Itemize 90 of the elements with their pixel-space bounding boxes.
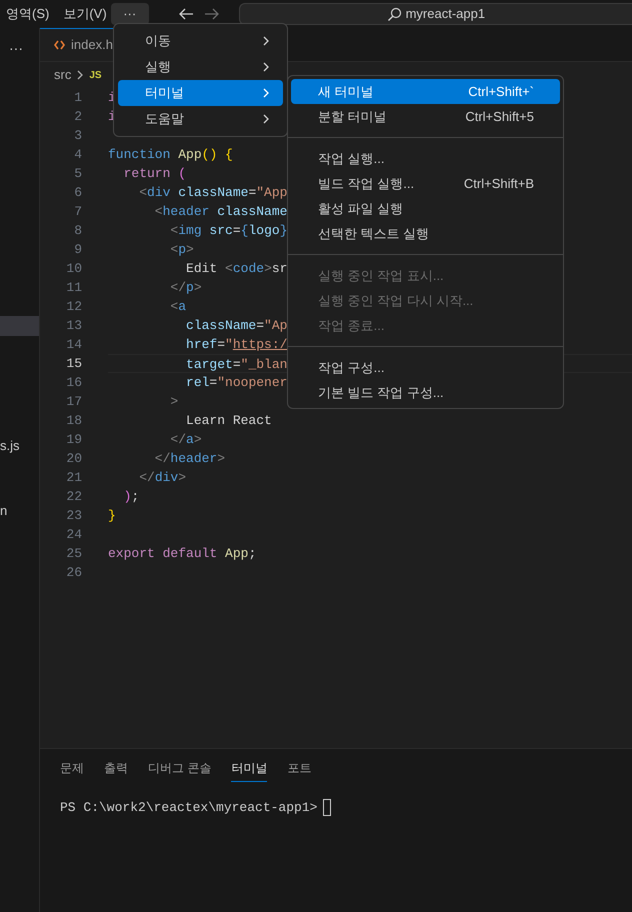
panel-tab[interactable]: 출력 [104, 759, 128, 782]
more-button[interactable]: ··· [9, 38, 39, 58]
code-line: } [108, 508, 116, 523]
chevron-icon [75, 70, 86, 80]
chevron-icon [261, 88, 271, 98]
code-line: className="Ap [185, 318, 288, 333]
panel-tab[interactable]: 포트 [287, 759, 312, 782]
line-number: 15 [65, 355, 82, 373]
menu-item[interactable]: 도움말 [118, 106, 283, 132]
line-number: 18 [65, 412, 82, 430]
menu-item[interactable]: 활성 파일 실행 [291, 196, 560, 221]
terminal-cursor [323, 799, 332, 816]
more-button[interactable]: ··· [110, 3, 149, 25]
line-number: 13 [65, 317, 82, 335]
line-number: 2 [73, 108, 82, 126]
menu-item: 작업 종료... [317, 316, 386, 335]
code-line: <div className="App [138, 185, 288, 200]
back-icon[interactable] [178, 7, 194, 21]
code-file-icon [54, 40, 65, 50]
line-number: 11 [65, 279, 82, 297]
search-icon [386, 6, 402, 22]
menu-item[interactable]: 터미널 [118, 80, 283, 106]
menu-item[interactable]: 작업 구성... [291, 355, 560, 380]
code-line: <p> [169, 242, 194, 257]
line-number: 1 [73, 89, 82, 107]
line-number: 9 [73, 241, 82, 259]
explorer-item[interactable]: s.js [0, 436, 39, 456]
chevron-icon [261, 62, 271, 72]
line-number: 12 [65, 298, 82, 316]
code-line: <a [169, 299, 186, 314]
line-number: 8 [73, 222, 82, 240]
line-number: 17 [65, 393, 82, 411]
panel-tab[interactable]: 터미널 [231, 759, 268, 782]
shortcut-text: Ctrl+Shift+5 [465, 108, 534, 126]
code-line: return ( [122, 166, 186, 181]
code-line: ); [122, 489, 140, 504]
code-line: </a> [169, 432, 202, 447]
menu-item[interactable]: 기본 빌드 작업 구성... [291, 380, 560, 405]
shortcut-text: Ctrl+Shift+B [464, 174, 534, 193]
code-line: <header className [154, 204, 288, 219]
terminal-prompt: PS C:\work2\reactex\myreact-app1> [60, 799, 318, 817]
menu-item[interactable]: 새 터미널 Ctrl+Shift+` [291, 79, 560, 104]
line-number: 16 [65, 374, 82, 392]
code-line: Learn React [185, 413, 272, 428]
code-line: </div> [138, 470, 186, 485]
code-line: rel="noopener [185, 375, 288, 390]
line-number: 14 [65, 336, 82, 354]
menu-bar-item[interactable]: 보기(V) [63, 4, 107, 24]
line-number: 21 [65, 469, 82, 487]
line-number: 4 [73, 146, 82, 164]
shortcut-text: Ctrl+Shift+` [468, 82, 534, 101]
editor-tab[interactable]: index.h [40, 28, 113, 61]
chevron-icon [261, 36, 271, 46]
menu-item[interactable]: 분할 터미널 Ctrl+Shift+5 [291, 104, 560, 129]
code-line: href="https:/ [185, 337, 288, 352]
line-number: 6 [73, 184, 82, 202]
menu-item[interactable]: 선택한 텍스트 실행 [291, 221, 560, 246]
line-number: 22 [65, 488, 82, 506]
search-field[interactable]: myreact-app1 [238, 3, 632, 25]
code-line: </p> [169, 280, 202, 295]
code-line: Edit <code>sr [185, 261, 288, 276]
panel-tab[interactable]: 문제 [60, 759, 84, 782]
line-number: 24 [65, 526, 82, 544]
code-line: > [169, 394, 178, 409]
menu-bar-item[interactable]: 영역(S) [6, 4, 50, 24]
code-line: function App() { [108, 147, 233, 162]
menu-item[interactable]: 실행 [118, 54, 283, 80]
line-number: 26 [65, 564, 82, 582]
menu-item: 실행 중인 작업 다시 시작... [317, 292, 474, 310]
line-number: 19 [65, 431, 82, 449]
chevron-icon [261, 114, 271, 124]
menu-item[interactable]: 빌드 작업 실행... Ctrl+Shift+B [291, 171, 560, 196]
line-number: 25 [65, 545, 82, 563]
code-line: export default App; [108, 546, 256, 561]
code-line: </header> [154, 451, 226, 466]
code-line: target="_blan [185, 357, 288, 372]
line-number: 7 [73, 203, 82, 221]
menu-item[interactable]: 이동 [118, 28, 283, 54]
explorer-item[interactable]: n [0, 501, 39, 521]
code-line: <img src={logo} [169, 223, 288, 238]
panel-tab[interactable]: 디버그 콘솔 [148, 759, 212, 782]
breadcrumb-item[interactable]: src [54, 65, 72, 85]
line-number: 3 [73, 127, 82, 145]
line-number: 20 [65, 450, 82, 468]
menu-item: 실행 중인 작업 표시... [317, 266, 445, 285]
file-type-label: JS [89, 68, 102, 82]
menu-item[interactable]: 작업 실행... [291, 146, 560, 171]
line-number: 10 [65, 260, 82, 278]
line-number: 5 [73, 165, 82, 183]
line-number: 23 [65, 507, 82, 525]
